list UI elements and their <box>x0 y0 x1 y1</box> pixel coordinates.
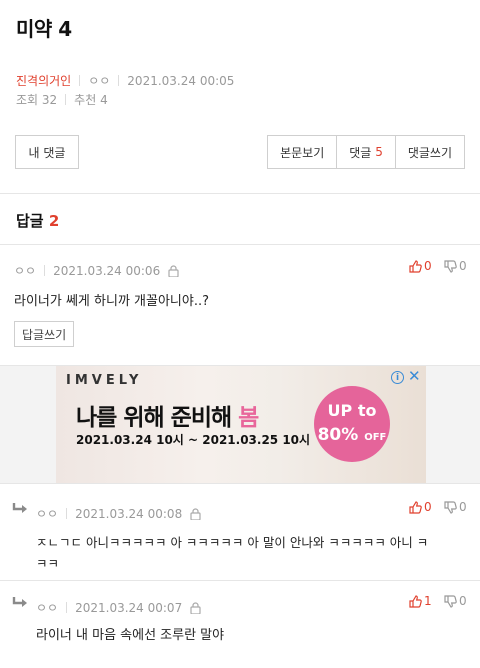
divider <box>66 602 68 613</box>
ad-creative[interactable]: IMVELY 나를 위해 준비해 봄 2021.03.24 10시 ~ 2021… <box>56 366 426 483</box>
ad-close-icon[interactable]: ✕ <box>408 367 421 385</box>
ad-badge-line1: UP to <box>327 401 377 420</box>
thumbs-down-icon <box>444 259 457 273</box>
comment-text: 라이너 내 마음 속에선 조루란 말야 <box>36 628 225 643</box>
thumbs-up-icon <box>409 500 422 514</box>
ad-dates: 2021.03.24 10시 ~ 2021.03.25 10시 <box>76 433 311 447</box>
divider <box>0 483 480 484</box>
comment-datetime: 2021.03.24 00:06 <box>53 263 161 278</box>
divider <box>0 244 480 245</box>
downvote-count: 0 <box>459 259 467 273</box>
my-comments-button[interactable]: 내 댓글 <box>15 135 79 169</box>
ad-headline-accent: 봄 <box>238 405 259 431</box>
comment-text: 라이너가 쎄게 하니까 개꼴아니야..? <box>14 294 210 309</box>
lock-icon <box>168 264 179 277</box>
comment-meta: ㅇㅇ 2021.03.24 00:07 <box>36 599 201 616</box>
post-nick: ㅇㅇ <box>88 74 111 88</box>
post-meta: 진격의거인 ㅇㅇ 2021.03.24 00:05 <box>16 72 234 89</box>
downvote-button[interactable]: 0 <box>444 259 467 273</box>
divider <box>0 193 480 194</box>
thumbs-down-icon <box>444 594 457 608</box>
comment-text-line: ㅋㅋ <box>36 556 60 571</box>
ad-discount-badge: UP to 80% OFF <box>314 386 390 462</box>
post-likes: 추천 4 <box>74 93 108 107</box>
divider <box>44 265 46 276</box>
reply-arrow-icon <box>12 503 27 513</box>
divider <box>66 508 68 519</box>
replies-label: 답글 <box>16 212 44 230</box>
ad-headline: 나를 위해 준비해 봄 <box>76 398 259 432</box>
comment-nick: ㅇㅇ <box>14 264 37 278</box>
upvote-count: 0 <box>424 500 432 514</box>
post-views: 조회 32 <box>16 93 58 107</box>
reply-write-button[interactable]: 답글쓰기 <box>14 321 75 347</box>
ad-badge-off: OFF <box>364 432 387 443</box>
upvote-button[interactable]: 1 <box>409 594 432 608</box>
comment-datetime: 2021.03.24 00:08 <box>75 506 183 521</box>
ad-info-icon[interactable]: i <box>391 371 404 384</box>
reply-arrow-icon <box>12 597 27 607</box>
downvote-count: 0 <box>459 594 467 608</box>
comment-nick: ㅇㅇ <box>36 507 59 521</box>
comment-text: ㅈㄴㄱㄷ 아니ㅋㅋㅋㅋㅋ 아 ㅋㅋㅋㅋㅋ 아 말이 안나와 ㅋㅋㅋㅋㅋ 아니 ㅋ… <box>36 532 428 574</box>
lock-icon <box>190 601 201 614</box>
thumbs-up-icon <box>409 259 422 273</box>
replies-heading: 답글 2 <box>16 210 59 231</box>
upvote-count: 1 <box>424 594 432 608</box>
view-body-button[interactable]: 본문보기 <box>268 136 336 168</box>
ad-badge-pct: 80% <box>317 425 359 445</box>
comments-label: 댓글 <box>349 145 372 160</box>
downvote-button[interactable]: 0 <box>444 594 467 608</box>
downvote-count: 0 <box>459 500 467 514</box>
post-datetime: 2021.03.24 00:05 <box>127 73 235 88</box>
upvote-button[interactable]: 0 <box>409 500 432 514</box>
upvote-button[interactable]: 0 <box>409 259 432 273</box>
downvote-button[interactable]: 0 <box>444 500 467 514</box>
divider <box>118 75 120 86</box>
ad-headline-text: 나를 위해 준비해 <box>76 405 232 431</box>
post-stats: 조회 32 추천 4 <box>16 91 108 108</box>
comment-meta: ㅇㅇ 2021.03.24 00:08 <box>36 505 201 522</box>
replies-count: 2 <box>48 212 60 230</box>
write-comment-button[interactable]: 댓글쓰기 <box>394 136 464 168</box>
divider <box>65 94 67 105</box>
post-author[interactable]: 진격의거인 <box>16 72 71 89</box>
upvote-count: 0 <box>424 259 432 273</box>
divider <box>0 580 480 581</box>
comments-count: 5 <box>375 145 383 159</box>
comment-nick: ㅇㅇ <box>36 601 59 615</box>
ad-badge-line2: 80% OFF <box>314 425 390 445</box>
ad-banner[interactable]: IMVELY 나를 위해 준비해 봄 2021.03.24 10시 ~ 2021… <box>0 366 480 483</box>
thumbs-down-icon <box>444 500 457 514</box>
ad-brand: IMVELY <box>66 373 143 388</box>
comment-text-line: ㅈㄴㄱㄷ 아니ㅋㅋㅋㅋㅋ 아 ㅋㅋㅋㅋㅋ 아 말이 안나와 ㅋㅋㅋㅋㅋ 아니 ㅋ <box>36 535 429 550</box>
divider <box>79 75 81 86</box>
post-title: 미약 4 <box>16 17 72 41</box>
comment-button-group: 본문보기 댓글 5 댓글쓰기 <box>267 135 465 169</box>
comments-button[interactable]: 댓글 5 <box>336 136 395 168</box>
comment-datetime: 2021.03.24 00:07 <box>75 600 183 615</box>
comment-meta: ㅇㅇ 2021.03.24 00:06 <box>14 262 179 279</box>
lock-icon <box>190 507 201 520</box>
thumbs-up-icon <box>409 594 422 608</box>
